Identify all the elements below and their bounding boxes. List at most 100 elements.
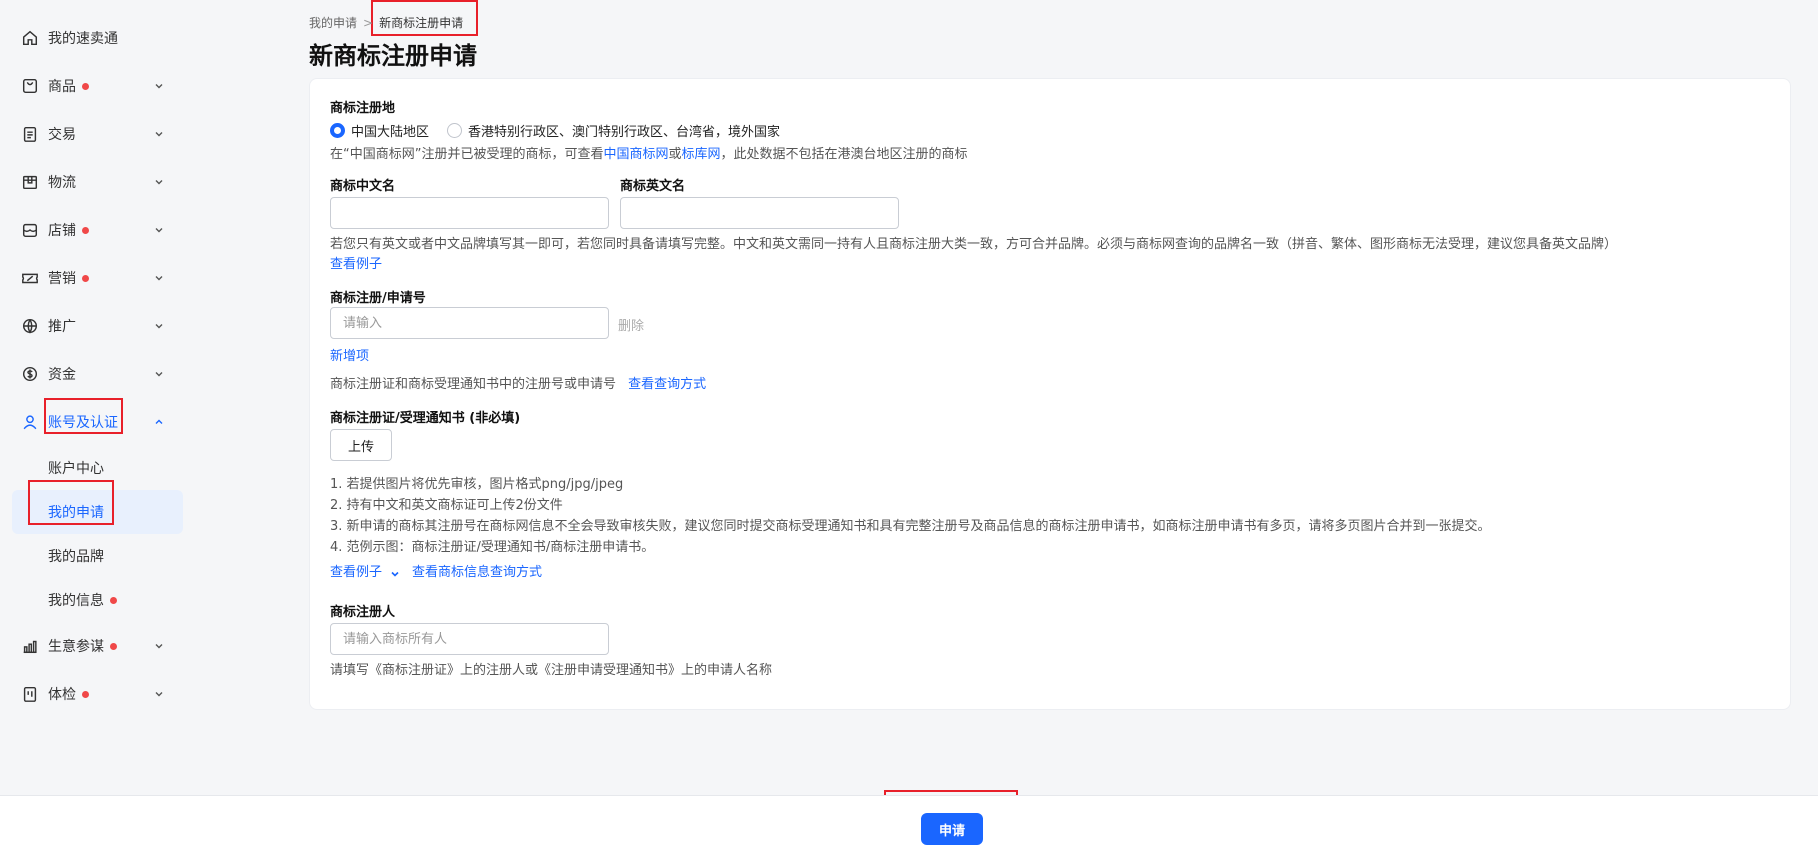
certificate-note: 4. 范例示图：商标注册证/受理通知书/商标注册申请书。 [330, 540, 655, 555]
dollar-icon [20, 364, 40, 384]
sidebar-item-home[interactable]: 我的速卖通 [0, 14, 195, 62]
chevron-up-icon [153, 416, 165, 428]
certificate-note: 1. 若提供图片将优先审核，图片格式png/jpg/jpeg [330, 477, 624, 492]
notification-dot [82, 274, 89, 282]
chevron-down-icon [153, 640, 165, 652]
reg-no-label: 商标注册/申请号 [330, 291, 426, 306]
sidebar-item-logistics[interactable]: 物流 [0, 158, 195, 206]
bag-icon [20, 76, 40, 96]
reg-no-input[interactable] [330, 307, 609, 339]
en-name-label: 商标英文名 [620, 179, 686, 194]
registrant-label: 商标注册人 [330, 605, 396, 620]
reg-no-help: 商标注册证和商标受理通知书中的注册号或申请号 查看查询方式 [330, 373, 706, 392]
sidebar-subitem-my-applications[interactable]: 我的申请 [12, 490, 183, 534]
sidebar-subitem-label: 账户中心 [48, 461, 104, 477]
region-help-or: 或 [668, 147, 682, 162]
chevron-down-icon[interactable] [390, 568, 400, 578]
sidebar-item-label: 生意参谋 [48, 639, 104, 655]
query-method-link[interactable]: 查看查询方式 [628, 377, 706, 392]
notification-dot [82, 82, 89, 90]
certificate-links: 查看例子 查看商标信息查询方式 [330, 561, 542, 580]
chart-icon [20, 636, 40, 656]
sidebar-item-health-check[interactable]: 体检 [0, 670, 195, 718]
registrant-help: 请填写《商标注册证》上的注册人或《注册申请受理通知书》上的申请人名称 [330, 663, 773, 678]
sidebar-item-account[interactable]: 账号及认证 [0, 398, 195, 446]
notification-dot [82, 226, 89, 234]
reg-no-help-text: 商标注册证和商标受理通知书中的注册号或申请号 [330, 377, 617, 392]
user-icon [20, 412, 40, 432]
breadcrumb-current: 新商标注册申请 [379, 16, 464, 30]
region-option-label[interactable]: 中国大陆地区 [351, 121, 429, 140]
breadcrumb-parent[interactable]: 我的申请 [309, 14, 357, 31]
sidebar-item-trade[interactable]: 交易 [0, 110, 195, 158]
region-radio-group: 中国大陆地区 香港特别行政区、澳门特别行政区、台湾省，境外国家 [330, 121, 798, 140]
biaoku-link[interactable]: 标库网 [682, 147, 721, 162]
sidebar-subitem-my-messages[interactable]: 我的信息 [0, 578, 195, 622]
sidebar-item-label: 账号及认证 [48, 415, 118, 431]
name-help: 若您只有英文或者中文品牌填写其一即可，若您同时具备请填写完整。中文和英文需同一持… [330, 237, 1618, 252]
sidebar-subitem-label: 我的申请 [48, 505, 104, 521]
region-option-label[interactable]: 香港特别行政区、澳门特别行政区、台湾省，境外国家 [468, 121, 780, 140]
sidebar-subitem-label: 我的品牌 [48, 549, 104, 565]
region-help-suffix: ，此处数据不包括在港澳台地区注册的商标 [720, 147, 968, 162]
chevron-down-icon [153, 128, 165, 140]
sidebar-item-promotion[interactable]: 推广 [0, 302, 195, 350]
region-radio-mainland[interactable] [330, 123, 345, 138]
sidebar: 我的速卖通 商品 交易 物流 店铺 营销 推广 资金 账号及认证 账户中心 我的… [0, 0, 195, 795]
upload-button[interactable]: 上传 [330, 429, 392, 461]
sidebar-item-label: 资金 [48, 367, 76, 383]
add-item-link[interactable]: 新增项 [330, 345, 369, 364]
ticket-icon [20, 268, 40, 288]
submit-button[interactable]: 申请 [921, 813, 983, 845]
registrant-input[interactable] [330, 623, 609, 655]
home-icon [20, 28, 40, 48]
sidebar-item-products[interactable]: 商品 [0, 62, 195, 110]
box-icon [20, 172, 40, 192]
store-icon [20, 220, 40, 240]
sidebar-subitem-account-center[interactable]: 账户中心 [0, 446, 195, 490]
sidebar-item-label: 物流 [48, 175, 76, 191]
name-example-link[interactable]: 查看例子 [330, 253, 382, 272]
sidebar-item-label: 我的速卖通 [48, 31, 118, 47]
region-label: 商标注册地 [330, 101, 396, 116]
certificate-label: 商标注册证/受理通知书 (非必填) [330, 411, 521, 426]
cn-name-input[interactable] [330, 197, 609, 229]
chevron-down-icon [153, 224, 165, 236]
sidebar-item-label: 营销 [48, 271, 76, 287]
certificate-example-link[interactable]: 查看例子 [330, 565, 382, 580]
chevron-down-icon [153, 176, 165, 188]
sidebar-item-marketing[interactable]: 营销 [0, 254, 195, 302]
chevron-down-icon [153, 688, 165, 700]
sidebar-item-business-advisor[interactable]: 生意参谋 [0, 622, 195, 670]
cn-name-label: 商标中文名 [330, 179, 396, 194]
region-help-prefix: 在“中国商标网”注册并已被受理的商标，可查看 [330, 147, 604, 162]
sidebar-item-label: 店铺 [48, 223, 76, 239]
certificate-note: 2. 持有中文和英文商标证可上传2份文件 [330, 498, 563, 513]
form-card: 商标注册地 中国大陆地区 香港特别行政区、澳门特别行政区、台湾省，境外国家 在“… [309, 78, 1791, 710]
sidebar-item-label: 商品 [48, 79, 76, 95]
region-help: 在“中国商标网”注册并已被受理的商标，可查看中国商标网或标库网，此处数据不包括在… [330, 143, 968, 162]
breadcrumb: 我的申请 > 新商标注册申请 [309, 14, 463, 31]
breadcrumb-separator: > [363, 15, 374, 30]
region-radio-overseas[interactable] [447, 123, 463, 138]
notification-dot [110, 642, 117, 650]
sidebar-item-label: 推广 [48, 319, 76, 335]
report-icon [20, 684, 40, 704]
footer-bar: 申请 [0, 795, 1818, 859]
en-name-input[interactable] [620, 197, 899, 229]
chevron-down-icon [153, 80, 165, 92]
reg-no-delete[interactable]: 删除 [618, 315, 644, 334]
sidebar-item-funds[interactable]: 资金 [0, 350, 195, 398]
clipboard-icon [20, 124, 40, 144]
sidebar-subitem-my-brands[interactable]: 我的品牌 [0, 534, 195, 578]
sidebar-item-label: 交易 [48, 127, 76, 143]
globe-icon [20, 316, 40, 336]
cn-trademark-link[interactable]: 中国商标网 [603, 147, 668, 162]
notification-dot [82, 690, 89, 698]
sidebar-item-label: 体检 [48, 687, 76, 703]
trademark-query-link[interactable]: 查看商标信息查询方式 [412, 565, 542, 580]
sidebar-subitem-label: 我的信息 [48, 593, 104, 609]
sidebar-item-store[interactable]: 店铺 [0, 206, 195, 254]
page-title: 新商标注册申请 [309, 42, 477, 70]
chevron-down-icon [153, 368, 165, 380]
